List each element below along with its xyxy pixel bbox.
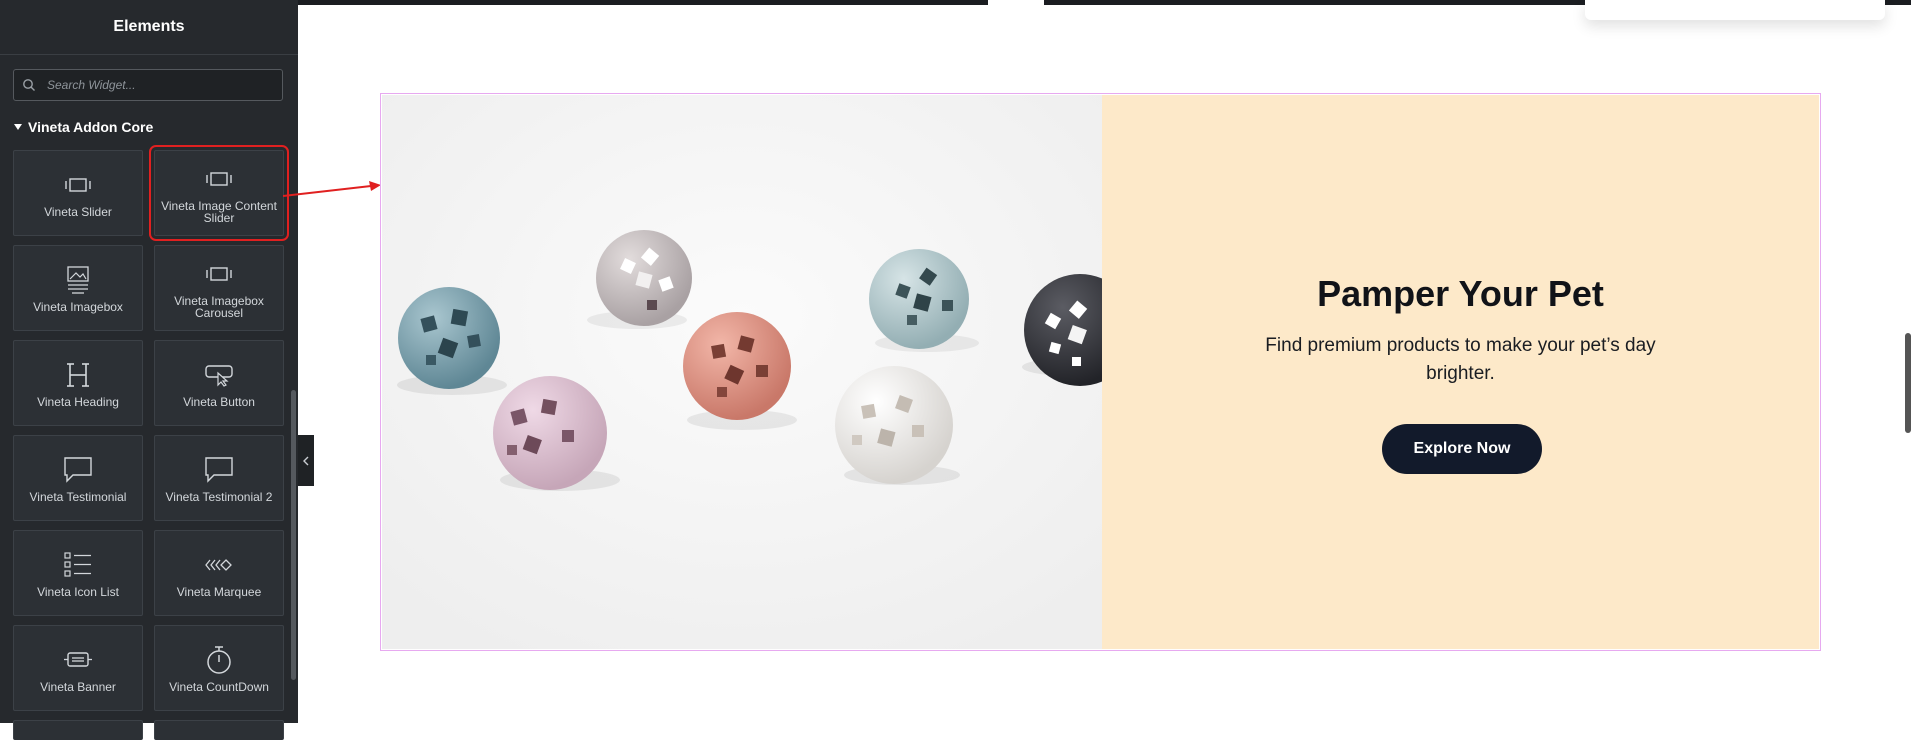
slider-icon [61, 168, 95, 202]
widget-vineta-testimonial[interactable]: Vineta Testimonial [13, 435, 143, 521]
category-toggle-vineta-addon-core[interactable]: Vineta Addon Core [14, 119, 153, 135]
widget-vineta-marquee[interactable]: Vineta Marquee [154, 530, 284, 616]
widget-vineta-slider[interactable]: Vineta Slider [13, 150, 143, 236]
panel-title: Elements [0, 0, 298, 55]
ball-peach [683, 312, 791, 420]
widget-label: Vineta Imagebox [33, 300, 123, 314]
widget-label: Vineta Slider [44, 205, 112, 219]
slide-description: Find premium products to make your pet’s… [1265, 335, 1656, 384]
widget-vineta-imagebox[interactable]: Vineta Imagebox [13, 245, 143, 331]
speech-bubble-icon [61, 453, 95, 487]
widget-vineta-icon-list[interactable]: Vineta Icon List [13, 530, 143, 616]
widget-label: Vineta Marquee [176, 585, 262, 599]
countdown-icon [202, 643, 236, 677]
speech-bubble-icon [202, 453, 236, 487]
ball-grey [596, 230, 692, 326]
widget-vineta-heading[interactable]: Vineta Heading [13, 340, 143, 426]
ball-blue [398, 287, 500, 389]
ball-white [835, 366, 953, 484]
banner-icon [61, 643, 95, 677]
search-icon [23, 79, 35, 91]
widget-label: Vineta Testimonial 2 [165, 490, 273, 504]
icon-list-icon [61, 548, 95, 582]
widget-label: Vineta CountDown [169, 680, 269, 694]
top-strip-active-tab [988, 0, 1044, 5]
slider-icon [202, 162, 236, 196]
widget-label: Vineta Heading [37, 395, 119, 409]
ball-lilac [493, 376, 607, 490]
ball-mint [869, 249, 969, 349]
widget-grid: Vineta Slider Vineta Image Content Slide… [13, 145, 289, 740]
pet-toys-image [382, 95, 1102, 649]
widget-label: Vineta Banner [40, 680, 116, 694]
widget-label: Vineta Button [183, 395, 255, 409]
widget-vineta-countdown[interactable]: Vineta CountDown [154, 625, 284, 711]
panel-scrollbar[interactable] [291, 390, 296, 680]
explore-now-button[interactable]: Explore Now [1382, 424, 1542, 474]
slide-heading: Pamper Your Pet [1317, 273, 1604, 314]
widget-tile-partial[interactable] [154, 720, 284, 740]
widget-label: Vineta Image Content Slider [161, 199, 277, 225]
image-content-slider-section[interactable]: Pamper Your Pet Find premium products to… [380, 93, 1821, 651]
widget-vineta-imagebox-carousel[interactable]: Vineta Imagebox Carousel [154, 245, 284, 331]
widget-vineta-image-content-slider[interactable]: Vineta Image Content Slider [149, 145, 289, 241]
slide-content: Pamper Your Pet Find premium products to… [1102, 95, 1819, 649]
widget-label: Vineta Icon List [37, 585, 119, 599]
widget-label: Vineta Testimonial [29, 490, 127, 504]
widget-tile-partial[interactable] [13, 720, 143, 740]
annotation-arrow [283, 181, 381, 197]
search-widget-field[interactable] [13, 69, 283, 101]
chevron-left-icon [303, 456, 309, 465]
widget-vineta-banner[interactable]: Vineta Banner [13, 625, 143, 711]
pet-toy-balls-photo [382, 95, 1102, 649]
floating-toolbar-shadow [1585, 0, 1885, 20]
widget-vineta-button[interactable]: Vineta Button [154, 340, 284, 426]
widget-vineta-testimonial-2[interactable]: Vineta Testimonial 2 [154, 435, 284, 521]
search-widget-input[interactable] [45, 77, 282, 93]
elements-panel: Elements Vineta Addon Core Vineta Slider… [0, 0, 298, 740]
caret-down-icon [14, 124, 22, 130]
category-label: Vineta Addon Core [28, 119, 154, 135]
marquee-icon [202, 548, 236, 582]
page-scrollbar[interactable] [1905, 333, 1911, 433]
slider-icon [202, 257, 236, 291]
widget-label: Vineta Imagebox Carousel [174, 294, 264, 320]
button-icon [202, 358, 236, 392]
collapse-panel-button[interactable] [298, 435, 314, 486]
heading-icon [61, 358, 95, 392]
image-box-icon [61, 263, 95, 297]
